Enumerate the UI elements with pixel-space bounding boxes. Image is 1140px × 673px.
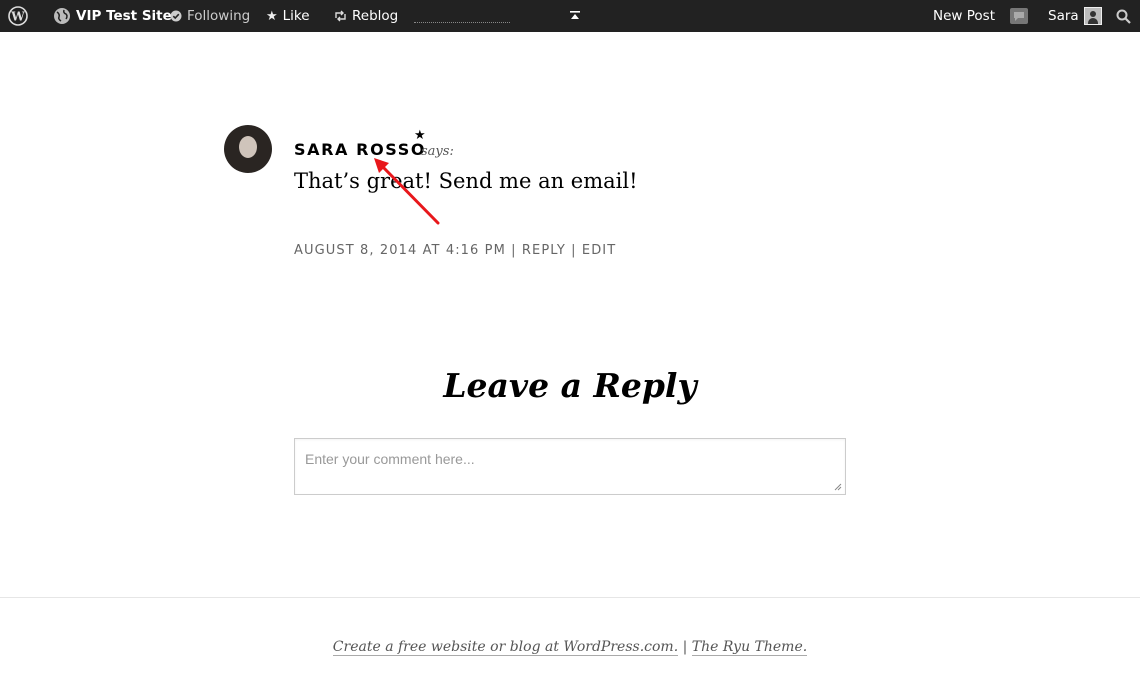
progress-dotted-line — [414, 22, 510, 23]
user-menu[interactable]: Sara — [1048, 0, 1102, 32]
reply-link[interactable]: REPLY — [522, 243, 566, 258]
notifications-icon[interactable] — [1010, 8, 1028, 24]
checkmark-icon — [170, 10, 182, 22]
meta-separator: | — [571, 243, 577, 258]
reblog-icon — [335, 10, 346, 22]
comment-author[interactable]: SARA ROSSO — [294, 140, 426, 159]
reblog-button[interactable]: Reblog — [334, 0, 398, 32]
new-post-button[interactable]: New Post — [933, 0, 995, 32]
theme-link[interactable]: The Ryu Theme. — [691, 639, 808, 656]
comment-meta: AUGUST 8, 2014 AT 4:16 PM | REPLY | EDIT — [294, 243, 616, 258]
star-icon: ★ — [266, 8, 278, 24]
like-label: Like — [282, 8, 310, 24]
resize-grip-icon[interactable] — [834, 483, 842, 491]
edit-link[interactable]: EDIT — [582, 243, 616, 258]
globe-icon — [54, 8, 70, 24]
site-name: VIP Test Site — [76, 8, 172, 24]
wordpress-link[interactable]: Create a free website or blog at WordPre… — [332, 639, 679, 656]
reply-title: Leave a Reply — [443, 366, 697, 405]
svg-text:W: W — [10, 10, 25, 24]
comment-date-link[interactable]: AUGUST 8, 2014 AT 4:16 PM — [294, 243, 506, 258]
like-button[interactable]: ★ Like — [266, 0, 310, 32]
comment-text: That’s great! Send me an email! — [294, 169, 638, 193]
says-label: says: — [421, 144, 454, 159]
footer-separator: | — [682, 639, 688, 655]
author-star-icon: ★ — [414, 128, 426, 143]
search-icon[interactable] — [1116, 0, 1131, 32]
admin-bar: W VIP Test Site Following ★ Like Reblog … — [0, 0, 1140, 32]
scroll-top-icon[interactable] — [569, 0, 581, 32]
commenter-avatar[interactable] — [224, 125, 272, 173]
footer-divider — [0, 597, 1140, 598]
comment-input[interactable] — [295, 439, 845, 494]
following-button[interactable]: Following — [170, 0, 250, 32]
my-site-menu[interactable]: VIP Test Site — [53, 0, 172, 32]
user-name: Sara — [1048, 8, 1079, 24]
user-avatar — [1083, 7, 1102, 25]
annotation-arrow — [374, 158, 440, 225]
wordpress-logo-icon[interactable]: W — [8, 0, 28, 32]
meta-separator: | — [511, 243, 517, 258]
reblog-label: Reblog — [352, 8, 399, 24]
site-footer: Create a free website or blog at WordPre… — [0, 639, 1140, 656]
following-label: Following — [187, 8, 251, 24]
comment-box — [294, 438, 846, 495]
new-post-label: New Post — [933, 8, 995, 24]
